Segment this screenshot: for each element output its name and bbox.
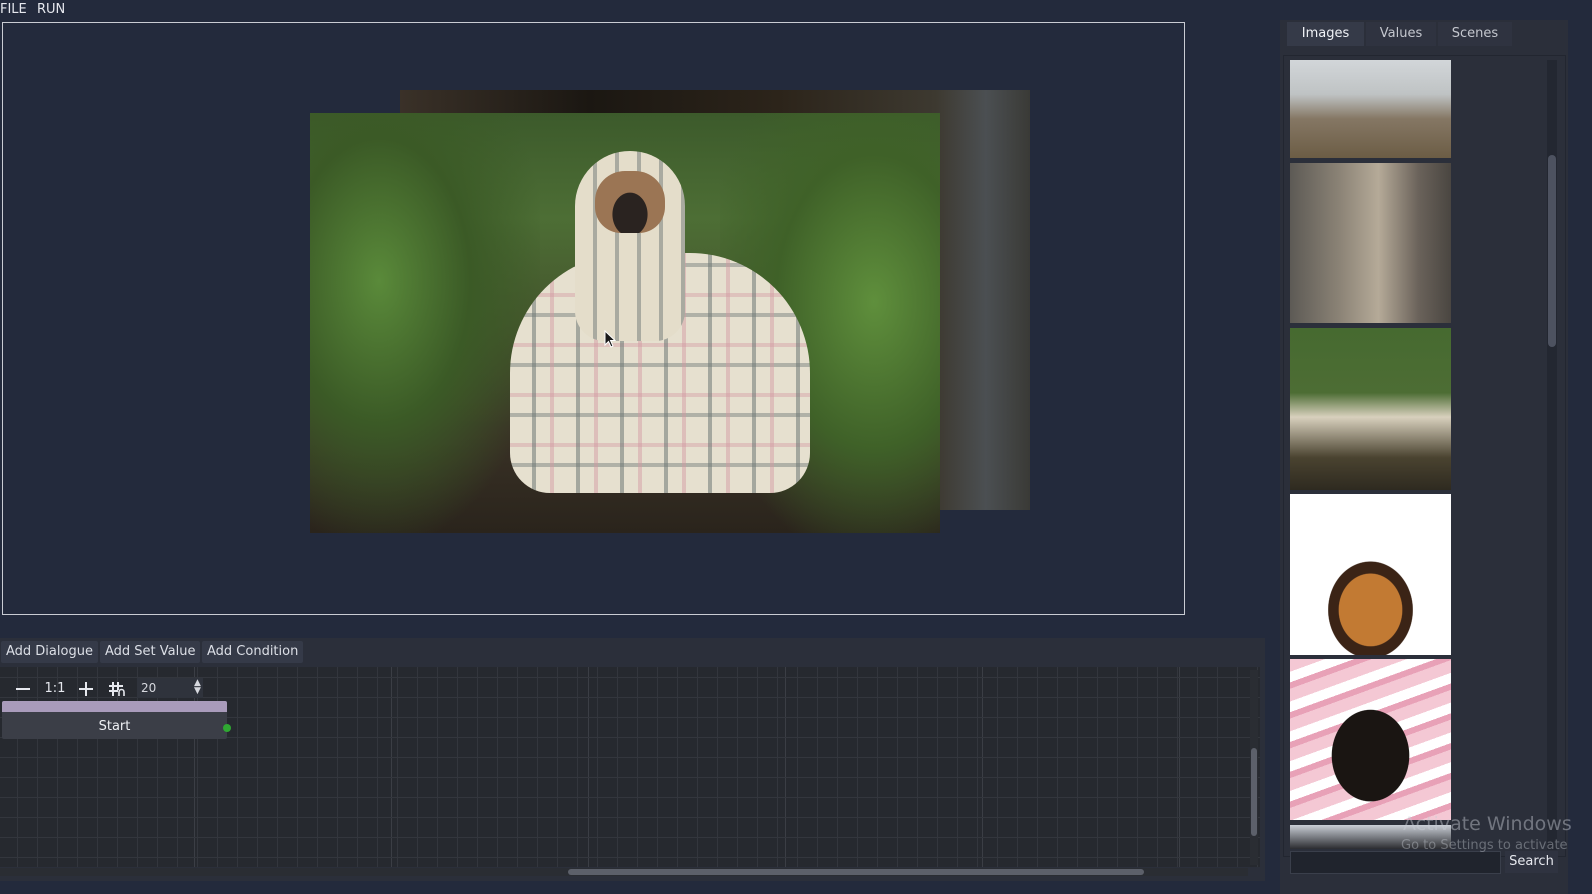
minus-icon — [16, 688, 30, 690]
snap-spinner-icon[interactable]: ▲ ▼ — [194, 679, 201, 696]
plus-icon — [79, 682, 93, 696]
graph-horizontal-scroll-thumb[interactable] — [568, 869, 1144, 875]
snap-toggle-button[interactable] — [106, 679, 128, 699]
activation-watermark-subtitle: Go to Settings to activate — [1401, 838, 1568, 853]
mouse-cursor-icon — [604, 330, 616, 348]
image-search-input[interactable] — [1290, 851, 1501, 874]
tab-scenes[interactable]: Scenes — [1438, 22, 1512, 46]
zoom-in-button[interactable] — [75, 679, 97, 699]
start-node-titlebar[interactable] — [2, 701, 227, 712]
graph-vertical-scroll-thumb[interactable] — [1251, 748, 1257, 836]
scene-preview[interactable] — [2, 22, 1185, 615]
menu-run[interactable]: RUN — [37, 2, 65, 17]
image-thumbnail[interactable] — [1290, 659, 1451, 820]
add-dialogue-button[interactable]: Add Dialogue — [1, 641, 98, 663]
image-thumbnail[interactable] — [1290, 494, 1451, 655]
add-condition-button[interactable]: Add Condition — [202, 641, 304, 663]
image-list-scroll-thumb[interactable] — [1548, 155, 1556, 347]
grid-snap-icon — [109, 682, 125, 696]
menu-file[interactable]: FILE — [0, 2, 27, 17]
tab-images[interactable]: Images — [1287, 22, 1364, 46]
image-thumbnail[interactable] — [1290, 60, 1451, 158]
start-node-label: Start — [98, 719, 131, 734]
zoom-out-button[interactable] — [12, 679, 34, 699]
add-set-value-button[interactable]: Add Set Value — [100, 641, 201, 663]
tab-values[interactable]: Values — [1366, 22, 1436, 46]
search-button[interactable]: Search — [1505, 851, 1558, 873]
character-image — [310, 113, 940, 533]
activation-watermark-title: Activate Windows — [1403, 813, 1572, 835]
image-thumbnail[interactable] — [1290, 163, 1451, 323]
start-node-output-port[interactable] — [223, 724, 231, 732]
zoom-reset-button[interactable]: 1:1 — [44, 679, 66, 699]
image-thumbnail[interactable] — [1290, 328, 1451, 490]
menu-bar: FILE RUN — [0, 0, 1592, 20]
